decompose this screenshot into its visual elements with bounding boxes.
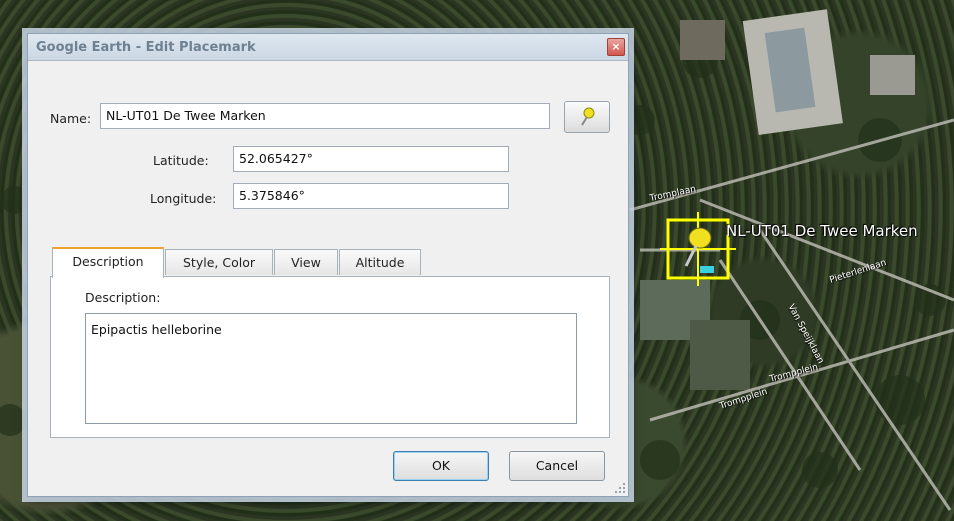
tab-altitude[interactable]: Altitude: [339, 249, 421, 275]
close-icon: ×: [611, 40, 621, 53]
cancel-button[interactable]: Cancel: [509, 451, 605, 481]
placemark-icon-button[interactable]: [564, 101, 610, 133]
description-panel: Description: Epipactis helleborine: [50, 276, 610, 438]
latitude-input[interactable]: 52.065427°: [233, 146, 509, 172]
yellow-pushpin-icon: [581, 107, 595, 126]
ok-button[interactable]: OK: [393, 451, 489, 481]
tab-description[interactable]: Description: [52, 247, 164, 278]
resize-grip-icon[interactable]: [614, 482, 626, 494]
tab-style-color[interactable]: Style, Color: [165, 249, 273, 275]
description-textarea[interactable]: Epipactis helleborine: [85, 313, 577, 424]
name-input[interactable]: NL-UT01 De Twee Marken: [100, 103, 550, 129]
close-button[interactable]: ×: [607, 38, 625, 56]
edit-placemark-dialog: Google Earth - Edit Placemark × Name: NL…: [27, 33, 629, 497]
name-label: Name:: [50, 111, 92, 126]
longitude-input[interactable]: 5.375846°: [233, 183, 509, 209]
tab-view[interactable]: View: [274, 249, 338, 275]
longitude-label: Longitude:: [150, 191, 217, 206]
dialog-title: Google Earth - Edit Placemark: [36, 40, 256, 55]
map-placemark-label[interactable]: NL-UT01 De Twee Marken: [726, 222, 918, 240]
description-label: Description:: [85, 290, 161, 305]
dialog-titlebar[interactable]: Google Earth - Edit Placemark ×: [28, 34, 628, 61]
latitude-label: Latitude:: [153, 153, 209, 168]
